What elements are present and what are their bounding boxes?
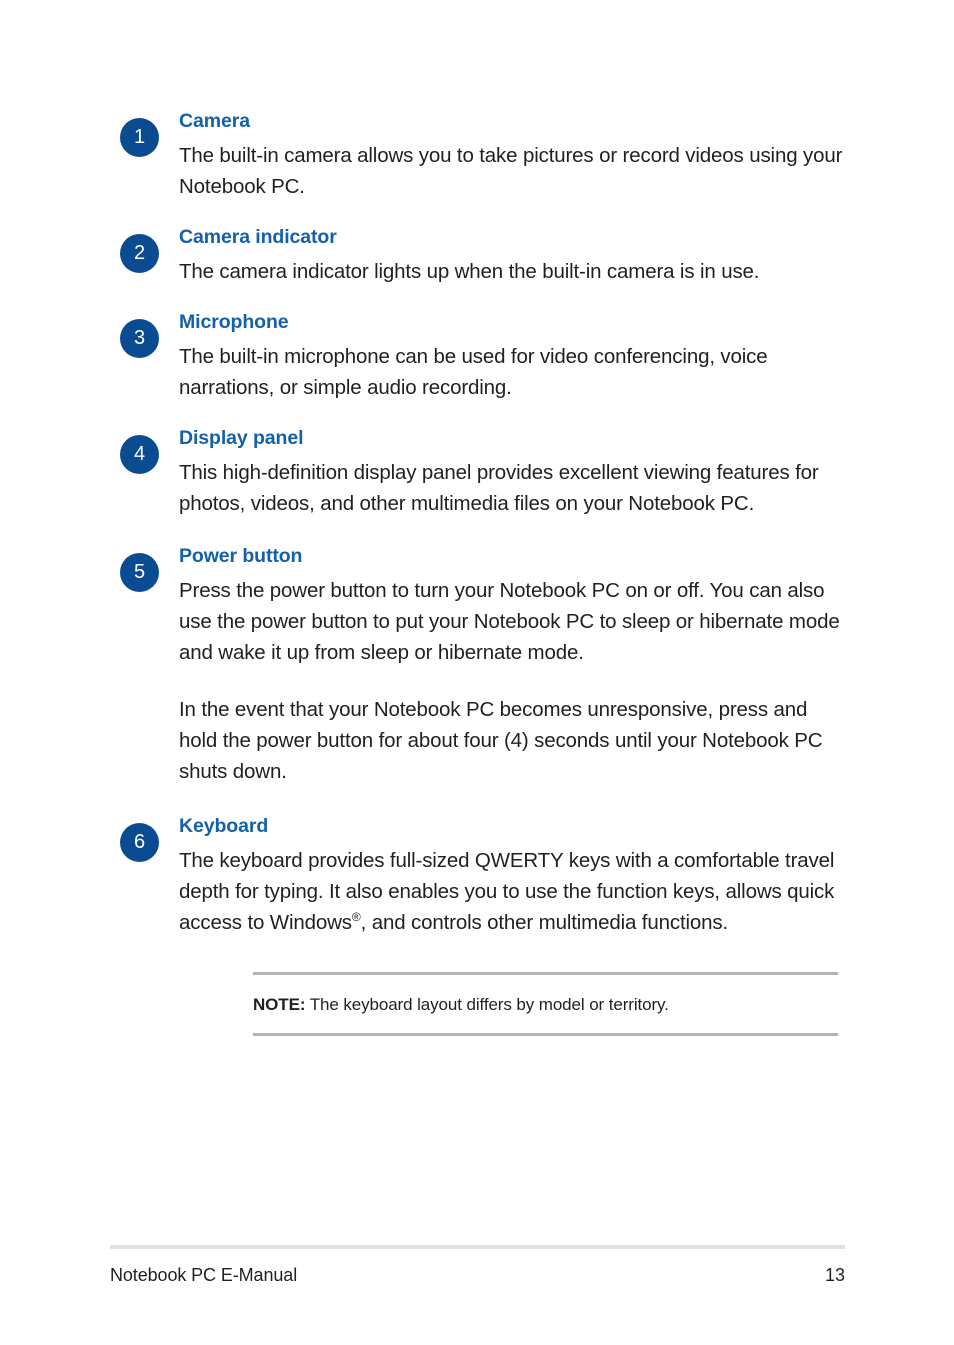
step-number-badge-6: 6 — [120, 823, 159, 862]
footer-page-number: 13 — [824, 1265, 845, 1285]
feature-title-power-button: Power button — [179, 545, 303, 567]
footer-row: Notebook PC E-Manual 13 — [110, 1249, 845, 1286]
feature-item-microphone: 3 Microphone The built-in microphone can… — [120, 309, 850, 403]
feature-body-power-button-2: In the event that your Notebook PC becom… — [179, 698, 823, 783]
feature-item-keyboard: 6 Keyboard The keyboard provides full-si… — [120, 813, 850, 938]
note-bottom-rule — [253, 1033, 838, 1036]
step-number-badge-4: 4 — [120, 435, 159, 474]
content-column: 1 Camera The built-in camera allows you … — [120, 108, 850, 1036]
keyboard-text-part2: , and controls other multimedia function… — [360, 911, 729, 934]
feature-item-power-button: 5 Power button Press the power button to… — [120, 543, 850, 787]
feature-item-camera: 1 Camera The built-in camera allows you … — [120, 108, 850, 202]
step-number-badge-2: 2 — [120, 234, 159, 273]
footer-document-title: Notebook PC E-Manual — [110, 1265, 298, 1285]
step-number-badge-3: 3 — [120, 319, 159, 358]
feature-body-power-button-1: Press the power button to turn your Note… — [179, 579, 840, 664]
feature-item-camera-indicator: 2 Camera indicator The camera indicator … — [120, 224, 850, 287]
feature-item-display-panel: 4 Display panel This high-definition dis… — [120, 425, 850, 519]
note-callout: NOTE: The keyboard layout differs by mod… — [253, 972, 838, 1036]
feature-title-camera: Camera — [179, 110, 250, 132]
feature-body-microphone: The built-in microphone can be used for … — [179, 345, 768, 399]
manual-page: 1 Camera The built-in camera allows you … — [0, 0, 954, 1345]
registered-trademark-icon: ® — [351, 910, 361, 925]
feature-body-camera: The built-in camera allows you to take p… — [179, 144, 843, 198]
feature-title-display-panel: Display panel — [179, 427, 304, 449]
step-number-badge-5: 5 — [120, 553, 159, 592]
page-footer: Notebook PC E-Manual 13 — [110, 1245, 845, 1286]
note-label: NOTE: — [253, 995, 306, 1014]
step-number-badge-1: 1 — [120, 118, 159, 157]
feature-title-camera-indicator: Camera indicator — [179, 226, 337, 248]
note-content: NOTE: The keyboard layout differs by mod… — [253, 975, 838, 1033]
feature-title-microphone: Microphone — [179, 311, 289, 333]
feature-body-camera-indicator: The camera indicator lights up when the … — [179, 260, 760, 283]
feature-body-display-panel: This high-definition display panel provi… — [179, 461, 819, 515]
feature-title-keyboard: Keyboard — [179, 815, 269, 837]
note-body: The keyboard layout differs by model or … — [309, 995, 669, 1014]
feature-body-keyboard: The keyboard provides full-sized QWERTY … — [179, 845, 850, 938]
